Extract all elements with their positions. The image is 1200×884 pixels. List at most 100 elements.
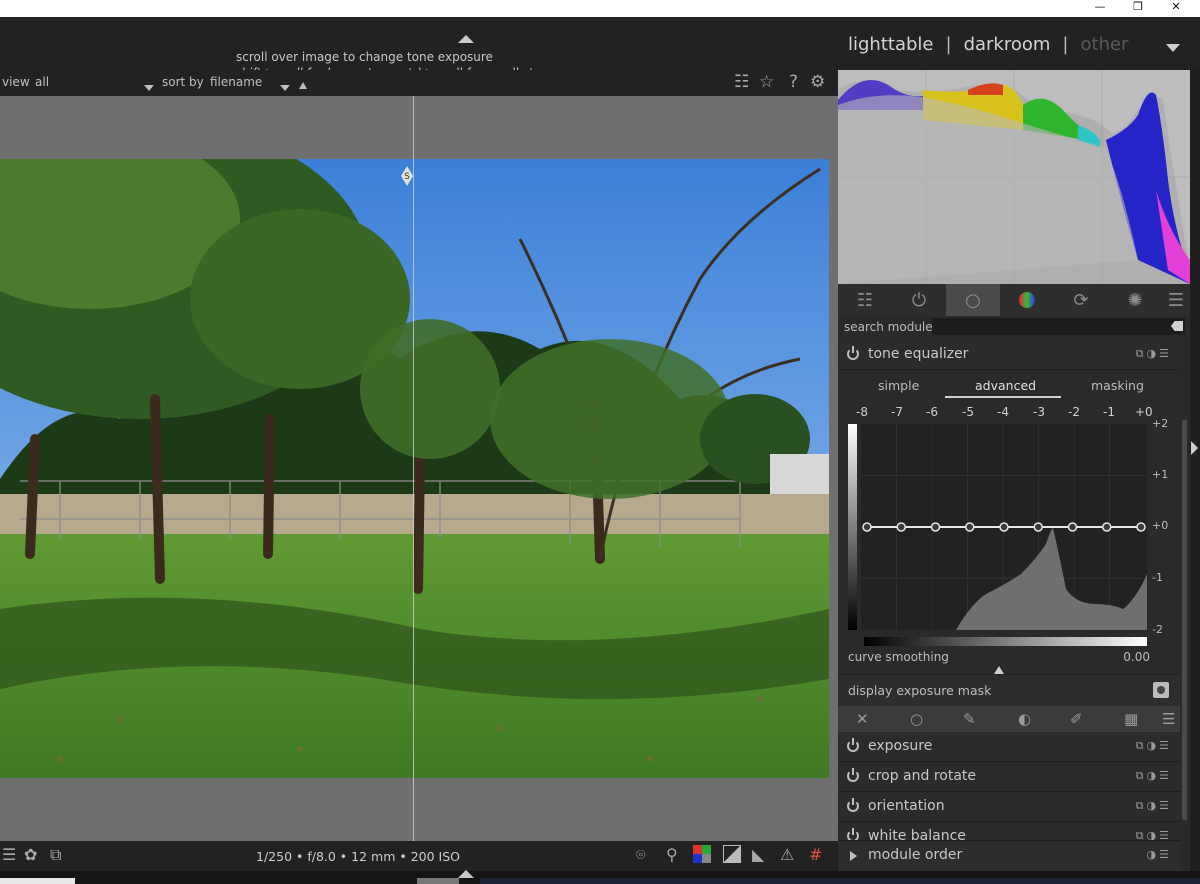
- tone-curve-node[interactable]: [999, 522, 1009, 532]
- focus-peaking-icon[interactable]: ⌾: [636, 845, 646, 865]
- tone-curve-node[interactable]: [1136, 522, 1146, 532]
- view-dropdown-icon[interactable]: [144, 80, 154, 94]
- minimize-button[interactable]: —: [1080, 0, 1120, 17]
- module-header-icons[interactable]: ⧉◑☰: [1136, 829, 1172, 840]
- right-panel-scrollbar[interactable]: [1182, 420, 1187, 820]
- hint-line-1: scroll over image to change tone exposur…: [236, 50, 493, 64]
- display-exposure-mask-row[interactable]: display exposure mask: [838, 674, 1180, 706]
- color-assessment-icon[interactable]: [693, 845, 711, 867]
- correct-modules-tab-icon[interactable]: ⟳: [1054, 284, 1108, 316]
- tone-equalizer-header[interactable]: tone equalizer ⧉◑☰: [838, 340, 1180, 370]
- tone-curve-node[interactable]: [1067, 522, 1078, 532]
- ev-label: -6: [926, 405, 938, 419]
- module-white-balance[interactable]: white balance ⧉◑☰: [838, 822, 1180, 841]
- exif-info: 1/250 • f/8.0 • 12 mm • 200 ISO: [256, 849, 460, 864]
- histogram[interactable]: [838, 70, 1190, 284]
- darktable-window: — ❐ ✕ scroll over image to change tone e…: [0, 0, 1200, 884]
- module-header-icons[interactable]: ⧉◑☰: [1136, 739, 1172, 753]
- curve-smoothing-slider[interactable]: [994, 666, 1004, 674]
- svg-text:S: S: [404, 172, 410, 182]
- expand-filmstrip-arrow-icon[interactable]: [458, 870, 474, 878]
- gamut-check-icon[interactable]: ◣: [752, 845, 764, 864]
- color-modules-tab-icon[interactable]: [1000, 284, 1054, 316]
- tone-curve[interactable]: [862, 522, 1146, 532]
- window-titlebar: — ❐ ✕: [0, 0, 1200, 17]
- photo-image[interactable]: [0, 159, 829, 778]
- drawn-mask-icon[interactable]: ○: [910, 710, 923, 728]
- module-order-row[interactable]: module order ◑☰: [838, 841, 1180, 871]
- search-module-input[interactable]: [932, 318, 1185, 335]
- split-handle-icon[interactable]: S: [401, 166, 413, 188]
- tone-curve-node[interactable]: [896, 522, 906, 532]
- parametric-mask-icon[interactable]: ◐: [1018, 710, 1031, 728]
- display-icon[interactable]: ⧉: [50, 845, 61, 865]
- view-lighttable[interactable]: lighttable: [848, 34, 933, 55]
- warning-icon[interactable]: ⚠: [780, 845, 794, 864]
- quick-access-tab-icon[interactable]: ☷: [838, 284, 892, 316]
- tone-curve-node[interactable]: [862, 522, 872, 532]
- styles-icon[interactable]: ☷: [734, 72, 749, 92]
- tone-curve-node[interactable]: [1033, 522, 1043, 532]
- module-orientation[interactable]: orientation ⧉◑☰: [838, 792, 1180, 822]
- drawn-parametric-mask-icon[interactable]: ✐: [1070, 710, 1083, 728]
- raster-mask-icon[interactable]: ▦: [1124, 710, 1138, 728]
- curve-smoothing-label: curve smoothing: [848, 650, 949, 664]
- module-order-title: module order: [868, 847, 963, 863]
- view-select[interactable]: all: [35, 75, 49, 89]
- power-icon[interactable]: [847, 768, 859, 782]
- exposure-gradient-bar: [864, 637, 1147, 646]
- presets-icon[interactable]: ✿: [24, 845, 37, 864]
- curve-smoothing-value[interactable]: 0.00: [1123, 650, 1150, 664]
- settings-gear-icon[interactable]: ⚙: [810, 72, 825, 92]
- view-separator: |: [1062, 34, 1069, 55]
- restore-button[interactable]: ❐: [1118, 0, 1158, 17]
- tone-curve-graph[interactable]: [861, 424, 1147, 630]
- star-icon[interactable]: ☆: [759, 72, 774, 92]
- module-crop-and-rotate[interactable]: crop and rotate ⧉◑☰: [838, 762, 1180, 792]
- collapse-top-panel-arrow-icon[interactable]: [458, 35, 474, 43]
- base-modules-circle-tab-icon[interactable]: ○: [946, 284, 1000, 316]
- tone-curve-node[interactable]: [1102, 522, 1112, 532]
- active-modules-power-tab-icon[interactable]: ⏻: [892, 284, 946, 316]
- collapse-right-panel-arrow-icon[interactable]: [1191, 441, 1198, 455]
- tab-masking[interactable]: masking: [1091, 378, 1144, 393]
- groups-menu-icon[interactable]: ☰: [1162, 284, 1190, 316]
- ev-right-label: +1: [1152, 468, 1169, 481]
- expand-arrow-icon[interactable]: [850, 851, 857, 861]
- module-exposure[interactable]: exposure ⧉◑☰: [838, 732, 1180, 762]
- tab-simple[interactable]: simple: [878, 378, 919, 393]
- sort-select[interactable]: filename: [210, 75, 262, 89]
- close-button[interactable]: ✕: [1156, 0, 1196, 17]
- power-icon[interactable]: [847, 828, 859, 840]
- module-header-icons[interactable]: ⧉◑☰: [1136, 347, 1172, 361]
- sort-direction-icon[interactable]: [299, 78, 307, 92]
- module-header-icons[interactable]: ⧉◑☰: [1136, 769, 1172, 783]
- view-darkroom[interactable]: darkroom: [964, 34, 1051, 55]
- tone-curve-node[interactable]: [930, 522, 941, 532]
- ev-right-label: +2: [1152, 417, 1169, 430]
- softproof-icon[interactable]: [723, 845, 741, 867]
- module-title: crop and rotate: [868, 768, 977, 784]
- menu-icon[interactable]: ☰: [2, 845, 16, 864]
- bulb-icon[interactable]: ⚲: [666, 845, 678, 864]
- help-icon[interactable]: ?: [789, 72, 798, 92]
- display-mask-toggle-icon[interactable]: [1153, 682, 1169, 698]
- mask-menu-icon[interactable]: ☰: [1162, 710, 1175, 728]
- disable-mask-icon[interactable]: ✕: [856, 710, 869, 728]
- effects-modules-tab-icon[interactable]: ✺: [1108, 284, 1162, 316]
- other-dropdown-icon[interactable]: [1166, 44, 1180, 52]
- split-compare-line[interactable]: [413, 96, 414, 841]
- tab-advanced[interactable]: advanced: [975, 378, 1036, 393]
- ev-label: -3: [1033, 405, 1045, 419]
- module-order-icons[interactable]: ◑☰: [1147, 848, 1172, 861]
- ev-label: -8: [856, 405, 868, 419]
- module-header-icons[interactable]: ⧉◑☰: [1136, 799, 1172, 813]
- tone-curve-node[interactable]: [965, 522, 975, 532]
- power-icon[interactable]: [847, 798, 859, 812]
- power-icon[interactable]: [847, 346, 859, 360]
- view-other[interactable]: other: [1081, 34, 1129, 55]
- sort-dropdown-icon[interactable]: [280, 80, 290, 94]
- guides-grid-icon[interactable]: #: [809, 845, 822, 864]
- pencil-icon[interactable]: ✎: [963, 710, 976, 728]
- power-icon[interactable]: [847, 738, 859, 752]
